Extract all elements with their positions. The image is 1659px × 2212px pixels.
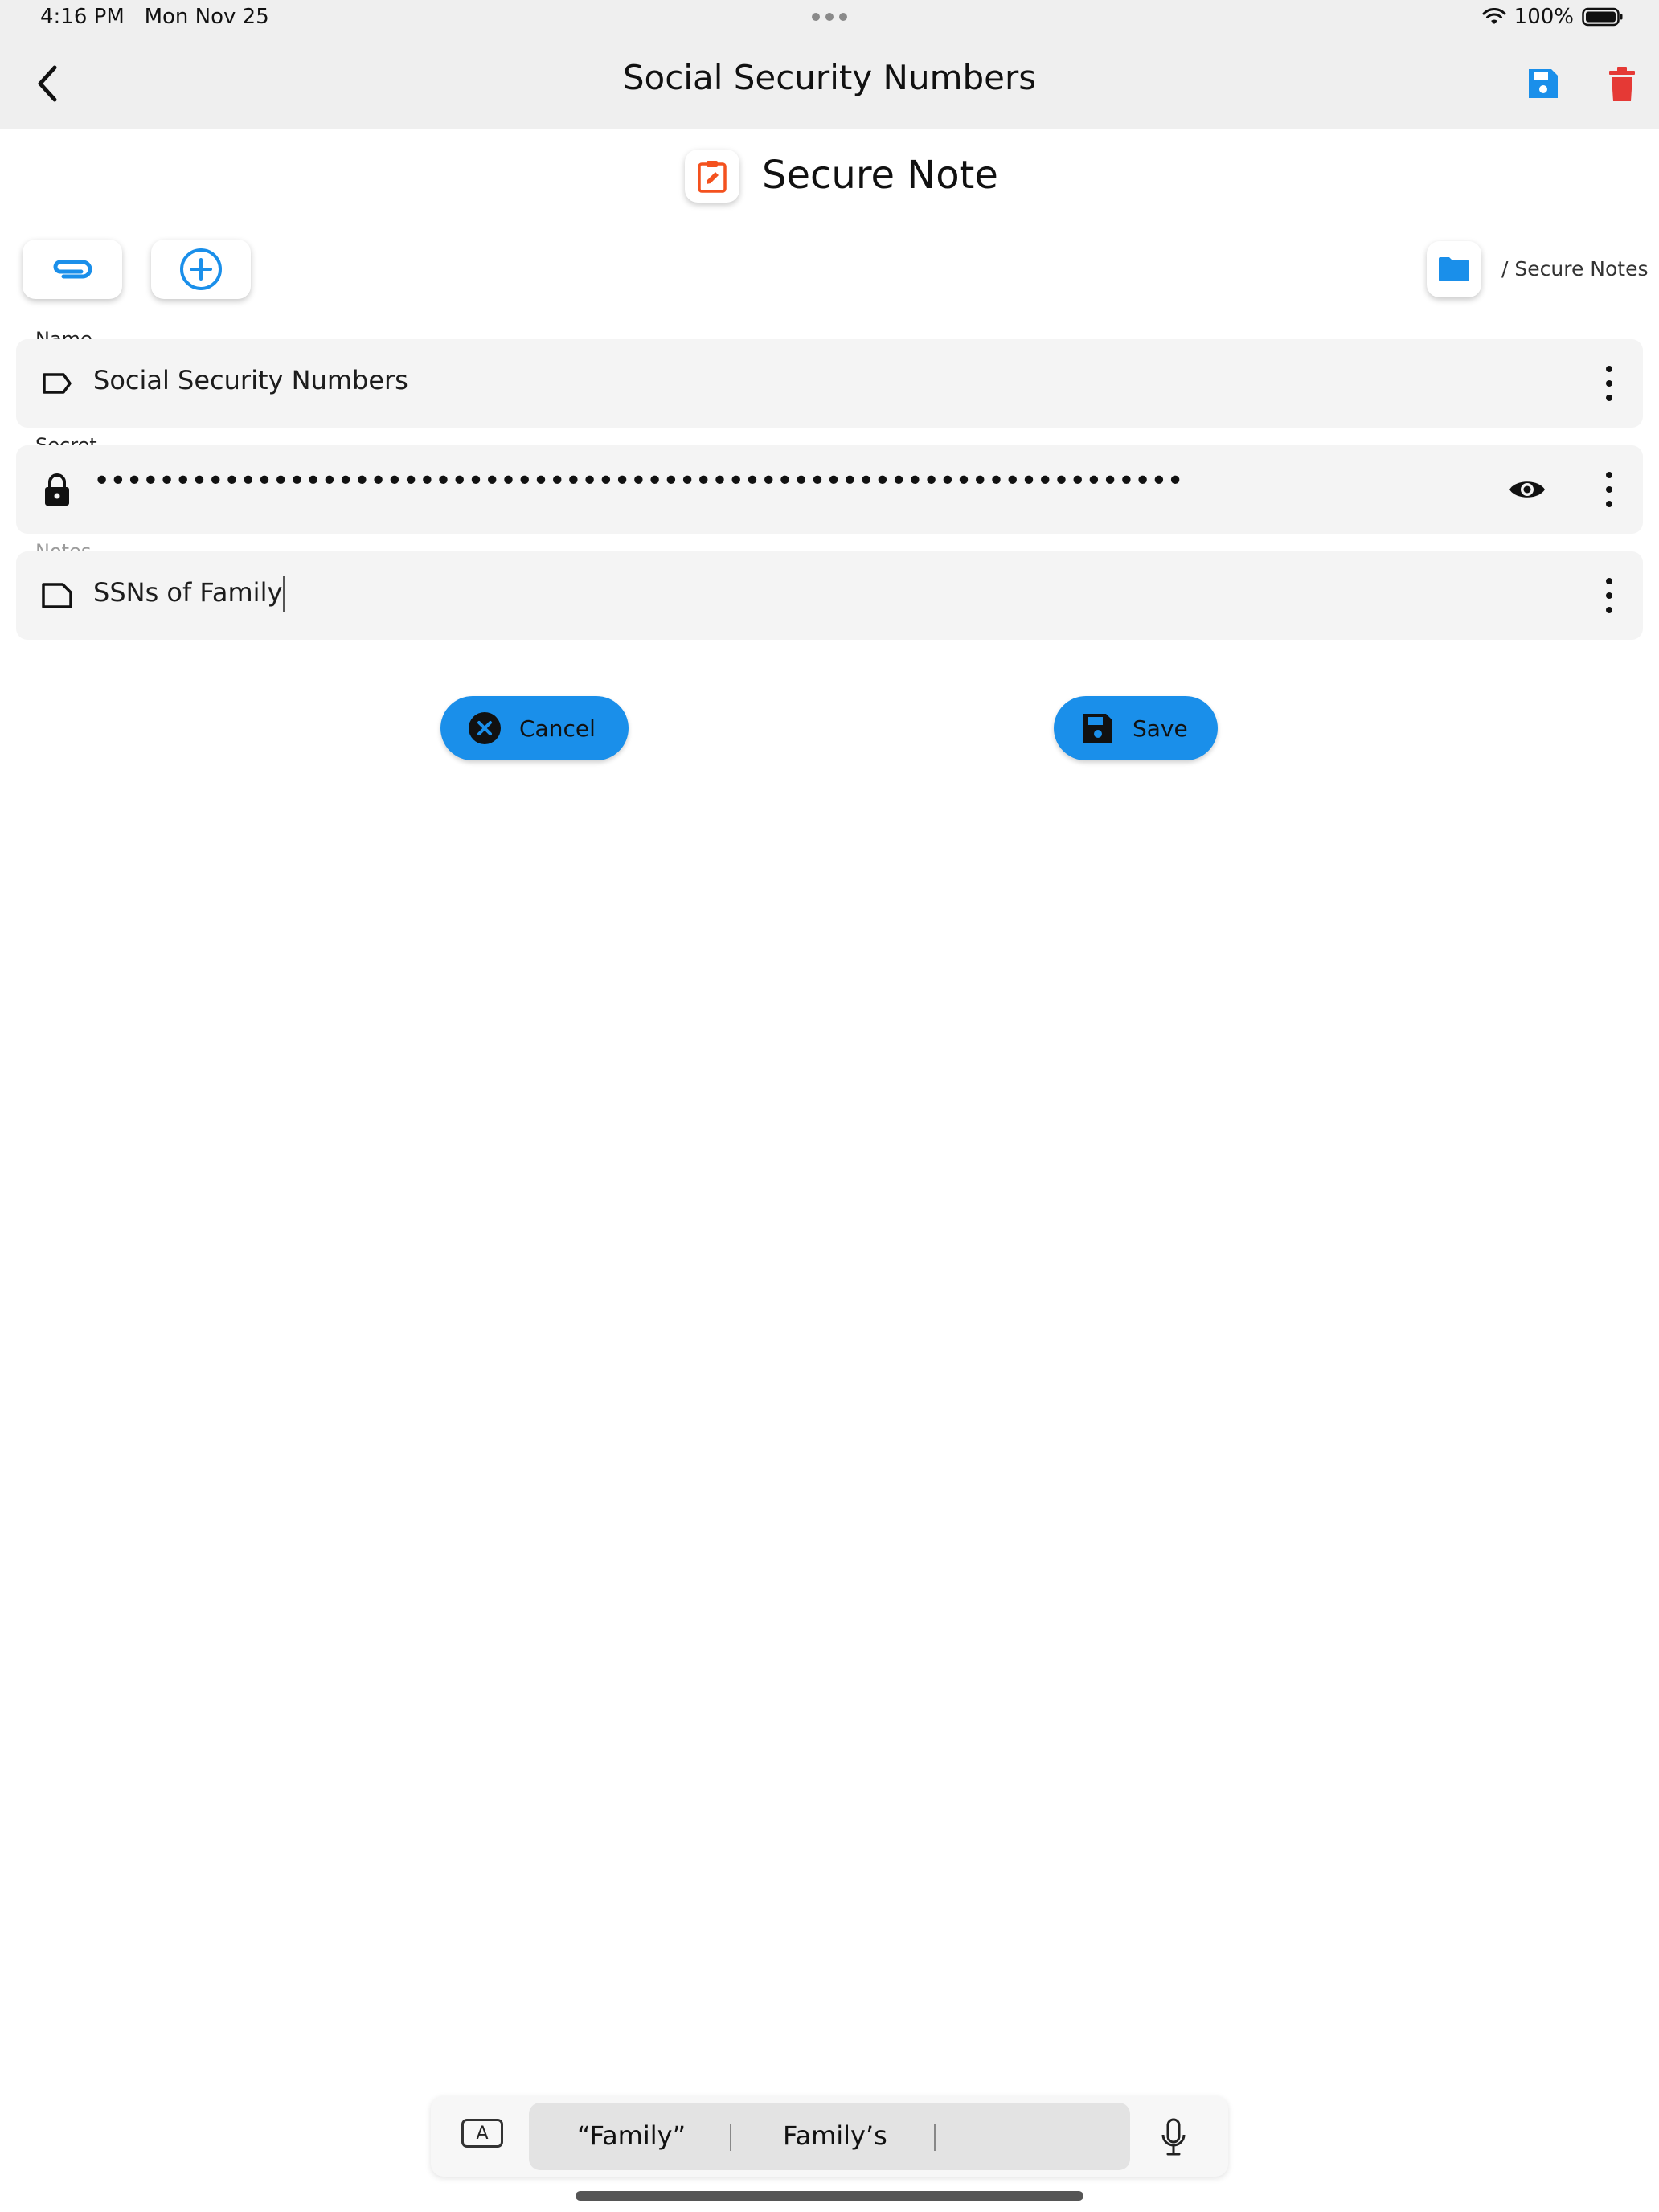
notes-field[interactable]: SSNs of Family (16, 551, 1643, 640)
eye-icon[interactable] (1508, 476, 1546, 503)
secret-masked-value[interactable]: ••••••••••••••••••••••••••••••••••••••••… (93, 465, 1184, 498)
keyboard-suggestion-bar: A “Family” Family’s (431, 2096, 1228, 2177)
name-field[interactable]: Social Security Numbers (16, 339, 1643, 428)
home-indicator[interactable] (576, 2191, 1083, 2201)
name-value[interactable]: Social Security Numbers (93, 365, 408, 395)
cancel-button[interactable]: Cancel (440, 696, 629, 760)
floppy-icon (1081, 711, 1115, 745)
cancel-circle-icon (468, 711, 502, 745)
battery-icon (1582, 7, 1623, 27)
note-page-icon (37, 576, 77, 616)
secret-field[interactable]: ••••••••••••••••••••••••••••••••••••••••… (16, 445, 1643, 534)
status-clock: 4:16 PM (40, 5, 125, 29)
notes-more-icon[interactable] (1600, 578, 1619, 613)
keyboard-toggle-key[interactable]: A (461, 2119, 503, 2148)
multitasking-dots[interactable] (812, 13, 847, 23)
secret-more-icon[interactable] (1600, 472, 1619, 507)
suggestion-1[interactable]: “Family” (577, 2120, 686, 2151)
page-title: Social Security Numbers (622, 58, 1037, 97)
suggestion-2[interactable]: Family’s (783, 2120, 887, 2151)
attach-button[interactable] (23, 240, 122, 299)
folder-icon (1439, 257, 1469, 281)
note-type-badge (685, 150, 739, 203)
folder-button[interactable] (1427, 241, 1481, 297)
folder-path: / Secure Notes (1501, 257, 1649, 281)
trash-icon[interactable] (1604, 64, 1640, 103)
plus-circle-icon (180, 248, 222, 290)
suggestion-divider (730, 2124, 731, 2151)
suggestion-divider (934, 2124, 936, 2151)
notes-value-wrap[interactable]: SSNs of Family (93, 576, 286, 612)
save-button[interactable]: Save (1054, 696, 1218, 760)
wifi-icon (1482, 8, 1506, 24)
microphone-icon[interactable] (1159, 2117, 1188, 2157)
cancel-label: Cancel (519, 715, 596, 742)
add-field-button[interactable] (151, 240, 251, 299)
save-icon[interactable] (1526, 66, 1561, 101)
status-time: 4:16 PM Mon Nov 25 (40, 5, 269, 29)
notes-value[interactable]: SSNs of Family (93, 577, 282, 608)
item-type-title: Secure Note (762, 153, 998, 198)
save-label: Save (1133, 715, 1188, 742)
suggestion-strip: “Family” Family’s (529, 2103, 1130, 2170)
text-cursor (283, 576, 286, 612)
lock-icon (37, 469, 77, 510)
label-tag-icon (37, 363, 77, 403)
status-indicators: 100% (1482, 5, 1624, 29)
clipboard-edit-icon (698, 161, 727, 193)
name-more-icon[interactable] (1600, 366, 1619, 401)
battery-percent: 100% (1514, 5, 1574, 29)
status-date: Mon Nov 25 (144, 5, 269, 29)
paperclip-icon (53, 260, 92, 279)
